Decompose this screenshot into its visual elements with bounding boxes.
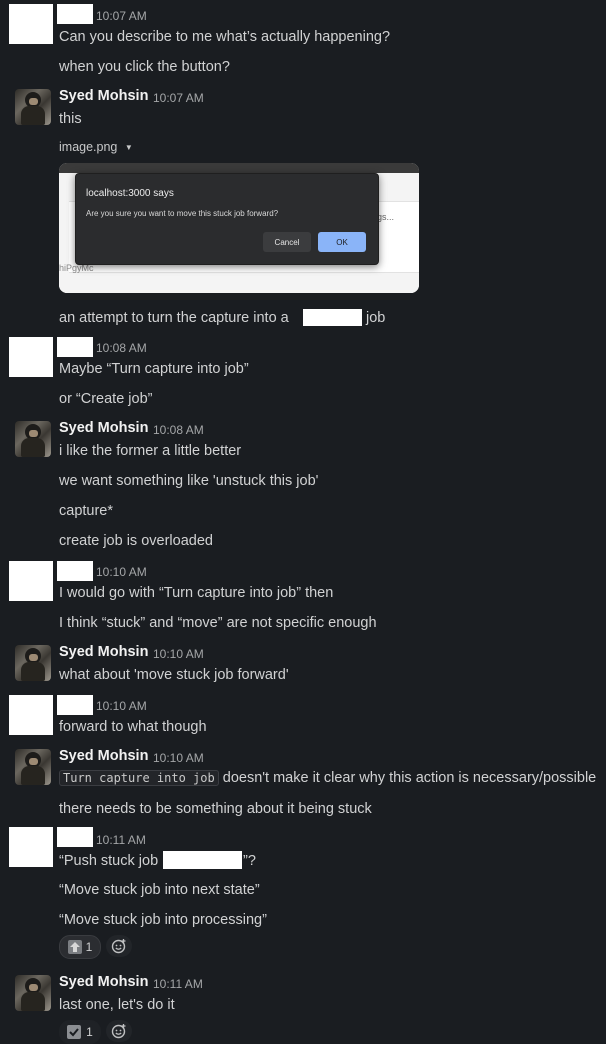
message-text: doesn't make it clear why this action is…	[222, 770, 597, 786]
redacted-username	[57, 561, 93, 581]
message-text: “Move stuck job into next state”	[59, 882, 260, 898]
redacted-avatar	[9, 827, 53, 867]
timestamp[interactable]: 10:08 AM	[96, 341, 147, 355]
dialog-ok-button[interactable]: OK	[318, 232, 366, 252]
message-text: “Push stuck job	[59, 853, 159, 869]
redacted-text	[303, 309, 362, 326]
filename-label: image.png	[59, 140, 118, 154]
message-text: an attempt to turn the capture into a	[59, 310, 289, 326]
author-name[interactable]: Syed Mohsin	[59, 88, 148, 104]
add-emoji-icon	[111, 939, 126, 954]
caret-down-icon: ▼	[124, 143, 133, 152]
author-name[interactable]: Syed Mohsin	[59, 748, 148, 764]
redacted-username	[57, 4, 93, 24]
message-text: “Move stuck job into processing”	[59, 912, 267, 928]
avatar[interactable]	[15, 89, 51, 125]
message-text: Maybe “Turn capture into job”	[59, 361, 249, 377]
screenshot-bg-text: gs...	[377, 212, 395, 222]
message-text: what about 'move stuck job forward'	[59, 667, 289, 683]
timestamp[interactable]: 10:10 AM	[153, 751, 204, 765]
attachment-filename[interactable]: image.png ▼	[59, 140, 133, 154]
author-name[interactable]: Syed Mohsin	[59, 644, 148, 660]
reaction-pill[interactable]: 1	[59, 935, 101, 959]
timestamp[interactable]: 10:10 AM	[153, 647, 204, 661]
check-box-icon	[67, 1025, 82, 1039]
add-emoji-icon	[111, 1024, 126, 1039]
avatar[interactable]	[15, 645, 51, 681]
timestamp[interactable]: 10:11 AM	[96, 833, 146, 847]
confirm-dialog: localhost:3000 says Are you sure you wan…	[75, 173, 379, 265]
message-text-with-code: Turn capture into job doesn't make it cl…	[59, 770, 596, 786]
add-reaction-button[interactable]	[106, 1020, 132, 1042]
redacted-avatar	[9, 4, 53, 44]
add-reaction-button[interactable]	[106, 935, 132, 957]
dialog-title: localhost:3000 says	[86, 188, 174, 199]
reaction-pill[interactable]: 1	[59, 1020, 101, 1044]
reaction-count: 1	[85, 940, 93, 954]
screenshot-header-bar	[59, 163, 419, 173]
redacted-avatar	[9, 561, 53, 601]
message-text: job	[366, 310, 386, 326]
timestamp[interactable]: 10:11 AM	[153, 977, 203, 991]
avatar[interactable]	[15, 749, 51, 785]
dialog-cancel-button[interactable]: Cancel	[263, 232, 311, 252]
message-text: this	[59, 111, 82, 127]
avatar[interactable]	[15, 975, 51, 1011]
message-text: there needs to be something about it bei…	[59, 801, 372, 817]
redacted-avatar	[9, 337, 53, 377]
redacted-username	[57, 695, 93, 715]
message-text: i like the former a little better	[59, 443, 242, 459]
timestamp[interactable]: 10:10 AM	[96, 565, 147, 579]
arrow-up-icon	[67, 940, 82, 954]
message-text: forward to what though	[59, 719, 207, 735]
message-text: or “Create job”	[59, 391, 153, 407]
timestamp[interactable]: 10:08 AM	[153, 423, 204, 437]
redacted-username	[57, 337, 93, 357]
redacted-avatar	[9, 695, 53, 735]
message-text: last one, let's do it	[59, 997, 175, 1013]
message-text: we want something like 'unstuck this job…	[59, 473, 319, 489]
message-text: when you click the button?	[59, 59, 230, 75]
timestamp[interactable]: 10:07 AM	[153, 91, 204, 105]
message-text: Can you describe to me what’s actually h…	[59, 29, 391, 45]
message-text: capture*	[59, 503, 114, 519]
redacted-text	[163, 851, 242, 869]
timestamp[interactable]: 10:07 AM	[96, 9, 147, 23]
timestamp[interactable]: 10:10 AM	[96, 699, 147, 713]
image-attachment[interactable]: hiPgyMc gs... localhost:3000 says Are yo…	[59, 163, 419, 293]
inline-code: Turn capture into job	[59, 770, 219, 786]
message-text: I would go with “Turn capture into job” …	[59, 585, 334, 601]
message-text: ”?	[243, 853, 256, 869]
author-name[interactable]: Syed Mohsin	[59, 974, 148, 990]
dialog-message: Are you sure you want to move this stuck…	[86, 209, 279, 218]
message-text: create job is overloaded	[59, 533, 213, 549]
avatar[interactable]	[15, 421, 51, 457]
reaction-count: 1	[86, 1025, 93, 1039]
redacted-username	[57, 827, 93, 847]
author-name[interactable]: Syed Mohsin	[59, 420, 148, 436]
message-text: I think “stuck” and “move” are not speci…	[59, 615, 377, 631]
